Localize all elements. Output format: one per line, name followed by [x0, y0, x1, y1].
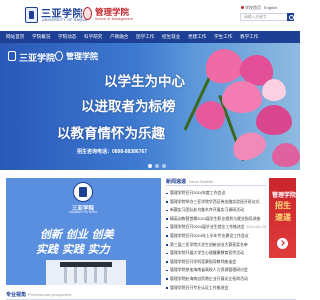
- news-item[interactable]: 新疆实习团队赴乌鲁木齐开展实习调研活动: [166, 206, 266, 215]
- campus-building-image: [46, 260, 126, 285]
- admission-hotline: 招生咨询电话：0898-88386767: [77, 149, 148, 155]
- arrow-right-icon[interactable]: [277, 238, 288, 249]
- nav-item-admission[interactable]: 招生就业: [162, 31, 180, 43]
- flower-petal: [222, 81, 262, 113]
- news-item[interactable]: 管理学院召开2024届毕业生就业工作推进会 2024-06-20: [166, 223, 266, 232]
- nav-item-about[interactable]: 学院概况: [32, 31, 50, 43]
- promo-motto-2: 实践 实践 实力: [36, 243, 110, 256]
- news-item-title[interactable]: 管理学院赴海南自贸港企业开展访企拓岗活动: [170, 276, 248, 281]
- slide-dot[interactable]: [162, 164, 166, 168]
- university-emblem-icon: [73, 182, 93, 202]
- news-item-title[interactable]: 管理学院举办三亚学院华西证券金融实验班开班仪式: [170, 199, 259, 204]
- news-item-title[interactable]: 精英训练营首期2024届学生职业规划与就业指导讲座: [170, 216, 260, 221]
- news-item-title[interactable]: 管理学院召开学科竞赛指导教师座谈会: [170, 259, 236, 264]
- promo-university-name-en: UNIVERSITY OF SANYA: [68, 211, 98, 214]
- news-item[interactable]: 管理学院开展大学生心理健康教育宣传活动: [166, 249, 266, 258]
- news-item-title[interactable]: 管理学院召开2024届毕业生就业工作推进会: [170, 224, 245, 229]
- banner-logo-icon: [8, 51, 16, 61]
- school-logo-icon[interactable]: [83, 7, 92, 20]
- news-item[interactable]: 管理学院举办三亚学院华西证券金融实验班开班仪式: [166, 198, 266, 207]
- news-item-date: 2024-06-20: [244, 223, 266, 232]
- logo-divider: [80, 8, 81, 22]
- nav-item-students[interactable]: 学生工作: [214, 31, 232, 43]
- news-section: 新闻速递 News Bulletin 管理学院召开2024年度工作会议 管理学院…: [166, 178, 266, 290]
- search-input[interactable]: 请输入关键字: [240, 13, 293, 21]
- news-header: 新闻速递 News Bulletin: [166, 178, 266, 186]
- side-banner-line-2: 招生: [275, 200, 291, 210]
- header-links: 学校首页 English: [241, 5, 297, 13]
- news-item[interactable]: 管理学院参加海南省高校人力资源管理研讨会: [166, 266, 266, 275]
- promo-panel[interactable]: 三亚学院 UNIVERSITY OF SANYA 创新 创业 创美 实践 实践 …: [6, 178, 161, 285]
- home-icon: [241, 6, 244, 10]
- slogan-line-1: 以学生为中心: [104, 74, 185, 90]
- section-title-en: Professional perspective: [28, 292, 72, 297]
- building-column: [104, 267, 107, 283]
- professional-section-header: 专业视角 Professional perspective: [6, 290, 296, 300]
- building-column: [64, 267, 67, 283]
- nav-item-league[interactable]: 团学工作: [136, 31, 154, 43]
- english-link[interactable]: English: [264, 5, 277, 10]
- school-name-en: School of Management: [95, 17, 133, 21]
- news-item[interactable]: 管理学院赴海南自贸港企业开展访企拓岗活动: [166, 275, 266, 284]
- section-title[interactable]: 专业视角: [6, 291, 26, 298]
- slogan-line-3: 以教育情怀为乐趣: [57, 126, 165, 142]
- building-column: [74, 267, 77, 283]
- slide-dot[interactable]: [155, 164, 159, 168]
- banner-university-name: 三亚学院: [19, 54, 56, 64]
- news-item[interactable]: 第三届三亚学院大学生创新创业大赛获奖名单: [166, 241, 266, 250]
- news-item-title[interactable]: 管理学院召开专业认证工作推进会: [170, 285, 228, 290]
- flower-petal: [272, 143, 300, 167]
- slide-indicator: [148, 164, 168, 168]
- admission-side-banner[interactable]: 管理学院 招生 速递: [269, 178, 296, 258]
- news-title-en: News Bulletin: [189, 179, 214, 184]
- nav-item-party[interactable]: 党建工作: [188, 31, 206, 43]
- news-item-title[interactable]: 管理学院开展大学生心理健康教育宣传活动: [170, 250, 244, 255]
- news-item[interactable]: 管理学院召开2024年度工作会议: [166, 189, 266, 198]
- nav-item-research[interactable]: 科学研究: [84, 31, 102, 43]
- hero-banner[interactable]: 三亚学院 管理学院 以学生为中心 以进取者为标榜 以教育情怀为乐趣 招生咨询电话…: [0, 43, 300, 170]
- flower-petal: [262, 79, 286, 101]
- side-banner-line-3: 速递: [275, 212, 291, 222]
- news-item-title[interactable]: 管理学院召开2024年度工作会议: [170, 190, 225, 195]
- news-item[interactable]: 管理学院召开2024年上半年专业建设工作会议: [166, 232, 266, 241]
- slogan-line-2: 以进取者为标榜: [81, 99, 176, 115]
- news-item[interactable]: 精英训练营首期2024届学生职业规划与就业指导讲座: [166, 215, 266, 224]
- building-column: [84, 267, 87, 283]
- promo-motto-1: 创新 创业 创美: [40, 228, 114, 241]
- building-column: [94, 267, 97, 283]
- nav-item-home[interactable]: 网站首页: [6, 31, 24, 43]
- search-icon[interactable]: [287, 13, 294, 21]
- news-title[interactable]: 新闻速递: [166, 178, 186, 185]
- home-link[interactable]: 学校首页: [245, 5, 261, 10]
- banner-school-name: 管理学院: [66, 51, 98, 61]
- news-item-title[interactable]: 新疆实习团队赴乌鲁木齐开展实习调研活动: [170, 207, 244, 212]
- promo-logo: 三亚学院 UNIVERSITY OF SANYA: [64, 182, 102, 220]
- side-banner-line-1: 管理学院: [272, 192, 296, 199]
- news-list: 管理学院召开2024年度工作会议 管理学院举办三亚学院华西证券金融实验班开班仪式…: [166, 189, 266, 292]
- university-logo-icon[interactable]: [25, 7, 38, 23]
- news-item-title[interactable]: 管理学院召开2024年上半年专业建设工作会议: [170, 233, 249, 238]
- banner-school-icon: [55, 51, 63, 61]
- main-nav: 网站首页 学院概况 学院动态 科学研究 产教融合 团学工作 招生就业 党建工作 …: [0, 31, 300, 43]
- nav-item-teaching[interactable]: 教学工作: [240, 31, 258, 43]
- nav-item-news[interactable]: 学院动态: [58, 31, 76, 43]
- site-header: 三亚学院 UNIVERSITY OF SANYA 管理学院 School of …: [0, 0, 300, 31]
- slide-dot[interactable]: [148, 164, 152, 168]
- flower-petal: [256, 105, 292, 135]
- news-item-title[interactable]: 管理学院参加海南省高校人力资源管理研讨会: [170, 267, 248, 272]
- news-item[interactable]: 管理学院召开学科竞赛指导教师座谈会: [166, 258, 266, 267]
- news-item-title[interactable]: 第三届三亚学院大学生创新创业大赛获奖名单: [170, 242, 248, 247]
- nav-item-industry[interactable]: 产教融合: [110, 31, 128, 43]
